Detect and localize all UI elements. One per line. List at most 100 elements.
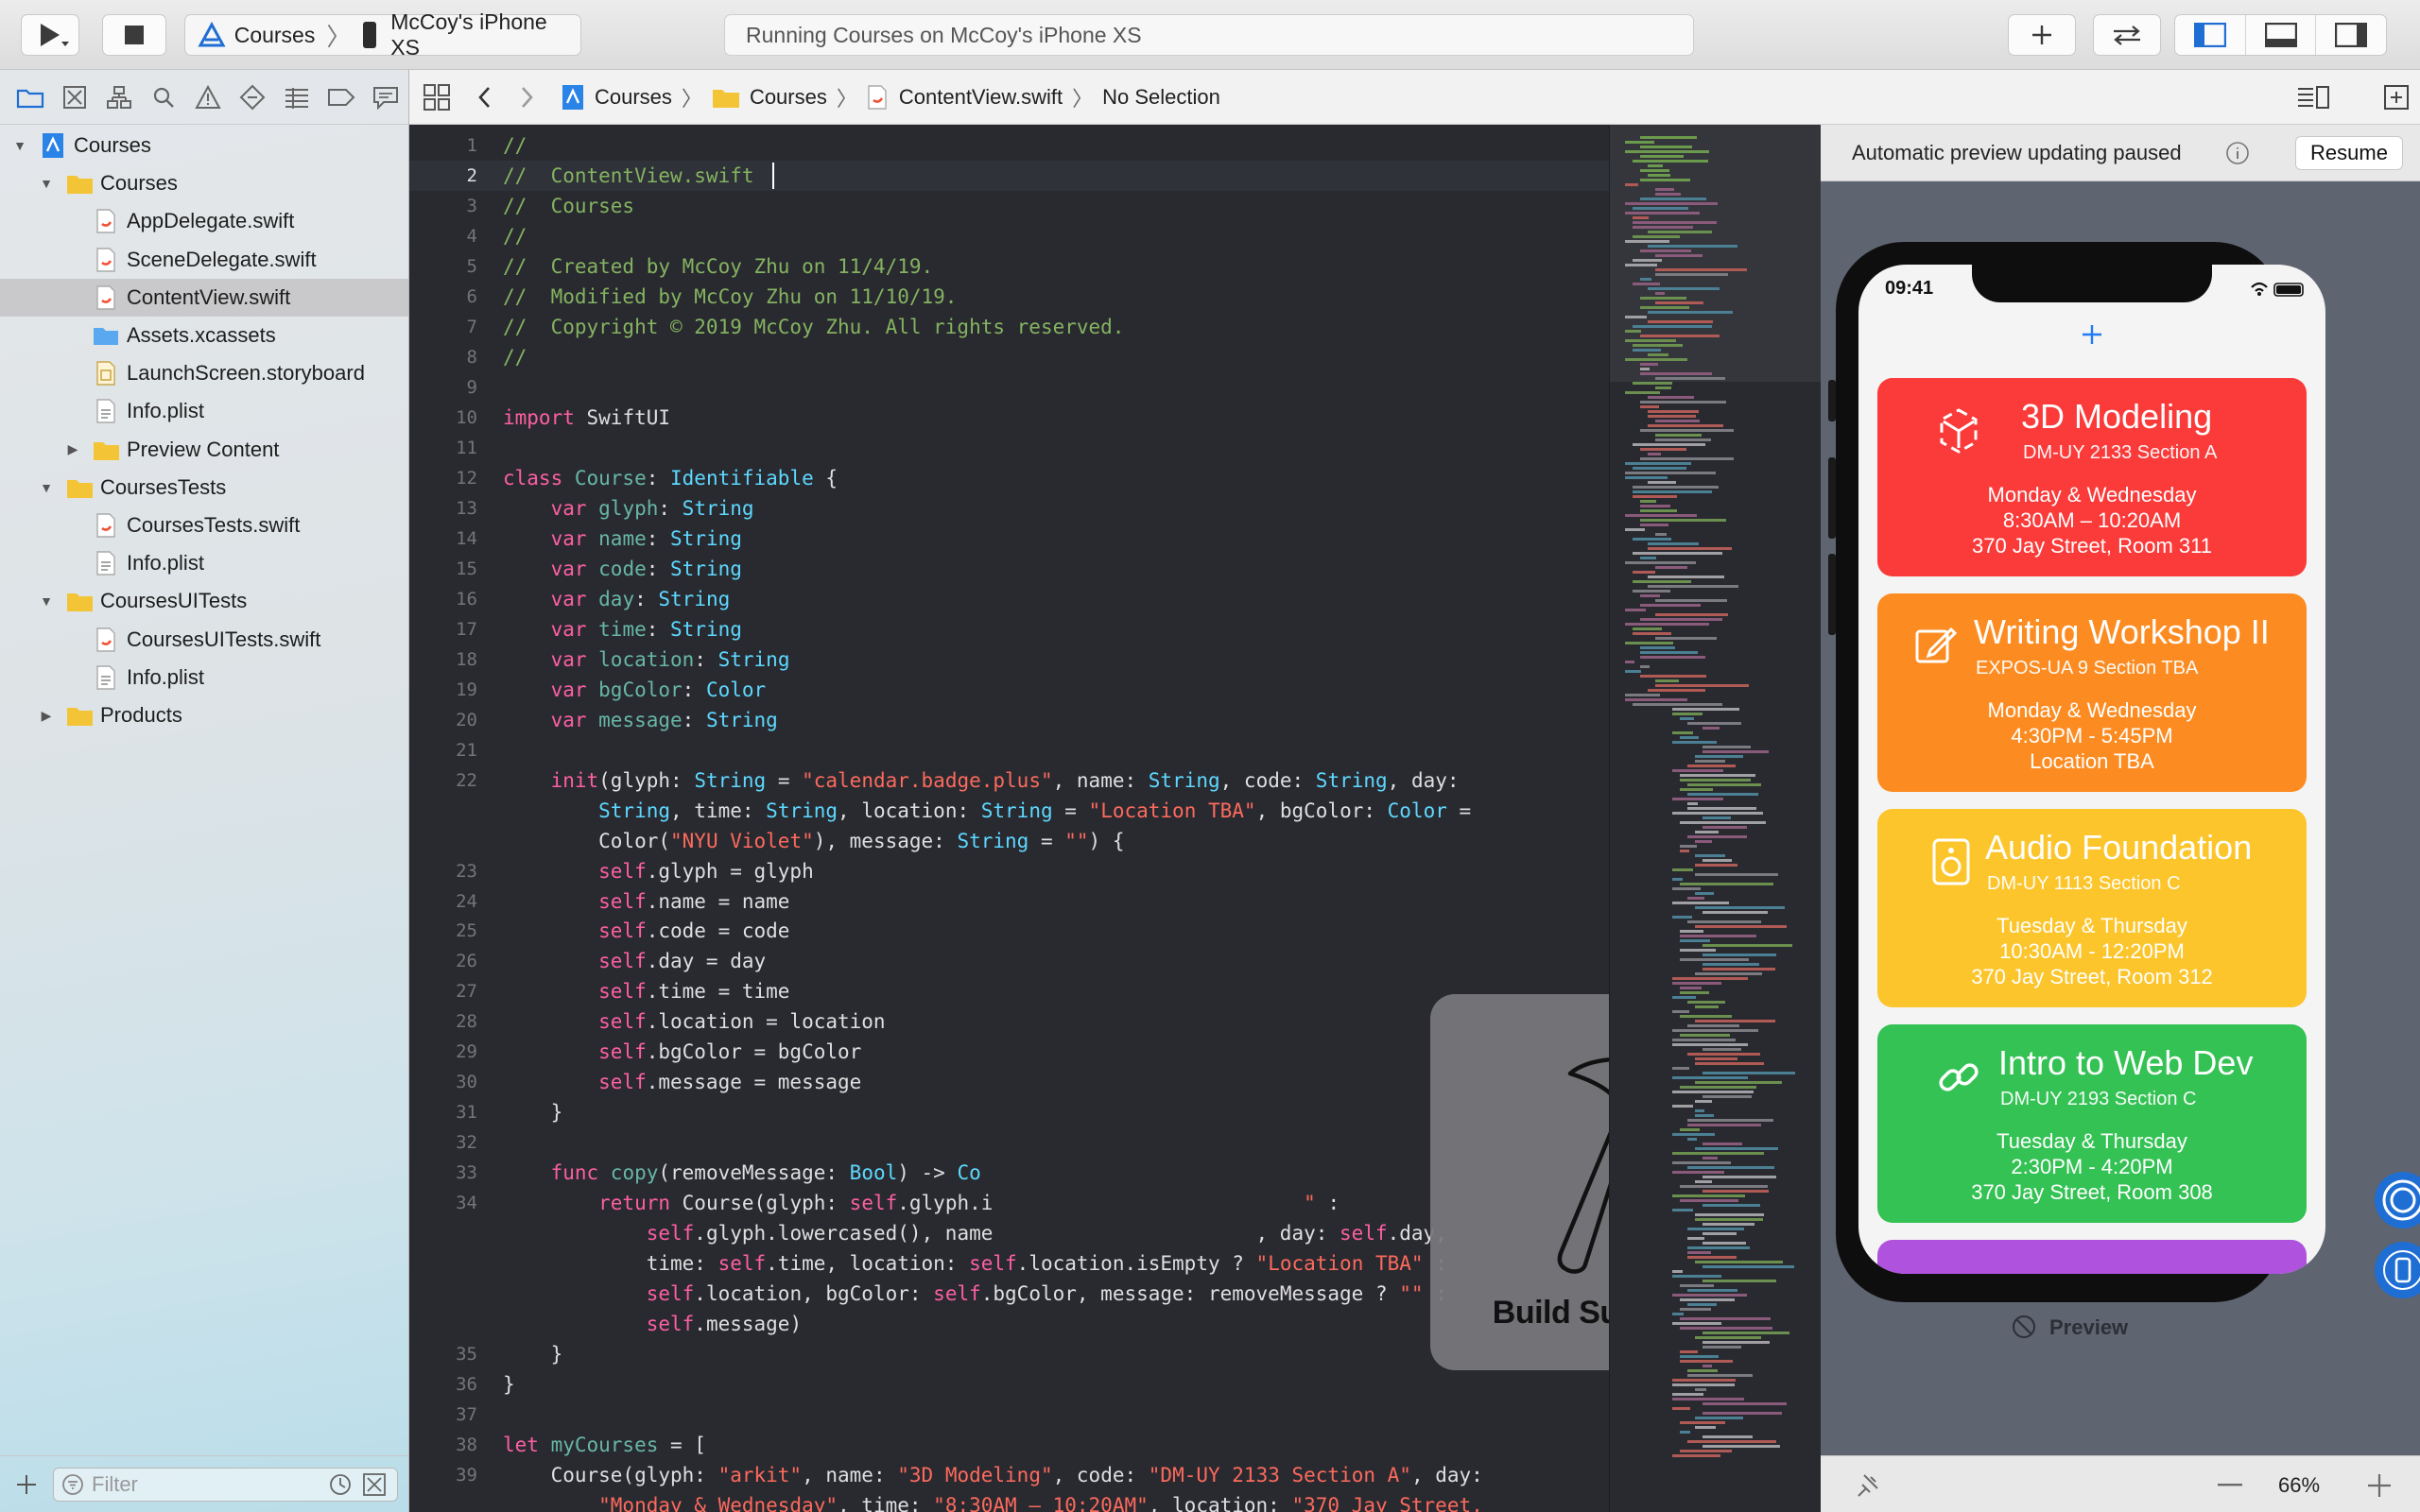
code-line[interactable]: time: self.time, location: self.location… — [409, 1248, 1609, 1279]
debug-navigator-tab[interactable] — [275, 78, 320, 116]
navigator-item[interactable]: ▼ CoursesUITests — [0, 582, 408, 620]
navigator-item[interactable]: ▼ CoursesTests — [0, 469, 408, 507]
code-line[interactable]: 21 — [409, 735, 1609, 765]
add-editor-icon[interactable] — [2383, 84, 2410, 111]
code-line[interactable]: 30 self.message = message — [409, 1067, 1609, 1097]
code-line[interactable]: 8 // — [409, 342, 1609, 372]
navigator-item[interactable]: Info.plist — [0, 544, 408, 582]
breadcrumb-project[interactable]: Courses — [595, 85, 672, 110]
code-line[interactable]: 26 self.day = day — [409, 946, 1609, 976]
forward-chevron-icon[interactable] — [517, 85, 536, 110]
run-button[interactable] — [21, 14, 79, 56]
code-line[interactable]: 28 self.location = location — [409, 1006, 1609, 1037]
issue-navigator-tab[interactable] — [185, 78, 230, 116]
code-line[interactable]: 10 import SwiftUI — [409, 403, 1609, 433]
toggle-inspector-button[interactable] — [2316, 15, 2386, 55]
code-line[interactable]: 15 var code: String — [409, 554, 1609, 584]
breadcrumb-file[interactable]: ContentView.swift — [899, 85, 1063, 110]
code-line[interactable]: 24 self.name = name — [409, 886, 1609, 917]
resume-button[interactable]: Resume — [2295, 136, 2403, 170]
code-line[interactable]: 31 } — [409, 1097, 1609, 1127]
course-card[interactable]: Intro to Web Dev DM-UY 2193 Section C Tues… — [1877, 1024, 2307, 1223]
add-course-button[interactable] — [2081, 323, 2103, 346]
source-control-filter-icon[interactable] — [362, 1472, 387, 1497]
navigator-item[interactable]: ▼ Courses — [0, 127, 408, 164]
code-line[interactable]: 32 — [409, 1127, 1609, 1158]
code-line[interactable]: 23 self.glyph = glyph — [409, 856, 1609, 886]
code-line[interactable]: self.location, bgColor: self.bgColor, me… — [409, 1279, 1609, 1309]
symbol-navigator-tab[interactable] — [96, 78, 141, 116]
disclosure-open-icon[interactable]: ▼ — [36, 173, 57, 194]
disclosure-closed-icon[interactable]: ▶ — [62, 439, 83, 460]
code-line[interactable]: 6 // Modified by McCoy Zhu on 11/10/19. — [409, 282, 1609, 312]
code-line[interactable]: 20 var message: String — [409, 705, 1609, 735]
navigator-item[interactable]: CoursesUITests.swift — [0, 621, 408, 659]
zoom-in-icon[interactable] — [2367, 1473, 2392, 1498]
report-navigator-tab[interactable] — [364, 78, 408, 116]
editor-options-icon[interactable] — [2296, 84, 2330, 111]
code-line[interactable]: 38 let myCourses = [ — [409, 1430, 1609, 1460]
toggle-debug-area-button[interactable] — [2246, 15, 2317, 55]
code-line[interactable]: self.message) — [409, 1309, 1609, 1339]
code-line[interactable]: 27 self.time = time — [409, 976, 1609, 1006]
navigator-item[interactable]: Assets.xcassets — [0, 317, 408, 354]
live-preview-button[interactable] — [2375, 1172, 2420, 1228]
navigator-item[interactable]: ▼ Courses — [0, 164, 408, 202]
navigator-filter-field[interactable]: Filter — [53, 1468, 398, 1502]
source-control-tab[interactable] — [52, 78, 96, 116]
find-navigator-tab[interactable] — [141, 78, 185, 116]
info-icon[interactable] — [2225, 141, 2250, 165]
disclosure-open-icon[interactable]: ▼ — [9, 135, 30, 156]
disclosure-closed-icon[interactable]: ▶ — [36, 705, 57, 726]
disclosure-open-icon[interactable]: ▼ — [36, 591, 57, 611]
library-button[interactable] — [2008, 14, 2076, 56]
breadcrumb-group[interactable]: Courses — [750, 85, 827, 110]
code-line[interactable]: 18 var location: String — [409, 644, 1609, 675]
code-line[interactable]: 7 // Copyright © 2019 McCoy Zhu. All righ… — [409, 312, 1609, 342]
code-line[interactable]: 39 Course(glyph: "arkit", name: "3D Mode… — [409, 1460, 1609, 1490]
back-chevron-icon[interactable] — [475, 85, 494, 110]
breadcrumb-symbol[interactable]: No Selection — [1102, 85, 1220, 110]
navigator-item[interactable]: ▶ Preview Content — [0, 431, 408, 469]
code-line[interactable]: 37 — [409, 1400, 1609, 1430]
code-line[interactable]: 3 // Courses — [409, 191, 1609, 221]
code-line[interactable]: 25 self.code = code — [409, 916, 1609, 946]
navigator-item[interactable]: Info.plist — [0, 392, 408, 430]
code-line[interactable]: 14 var name: String — [409, 524, 1609, 554]
code-line[interactable]: Color("NYU Violet"), message: String = "… — [409, 826, 1609, 856]
code-line[interactable]: 36} — [409, 1369, 1609, 1400]
navigator-item[interactable]: CoursesTests.swift — [0, 507, 408, 544]
code-line[interactable]: 2 // ContentView.swift — [409, 160, 1609, 191]
disclosure-open-icon[interactable]: ▼ — [36, 477, 57, 498]
recent-files-icon[interactable] — [328, 1472, 353, 1497]
code-line[interactable]: 11 — [409, 433, 1609, 463]
code-line[interactable]: 1 // — [409, 130, 1609, 161]
course-card[interactable]: 3D Modeling DM-UY 2133 Section A Monday & … — [1877, 378, 2307, 576]
course-card-partial[interactable] — [1877, 1240, 2307, 1274]
toggle-navigator-button[interactable] — [2175, 15, 2246, 55]
code-line[interactable]: 13 var glyph: String — [409, 493, 1609, 524]
navigator-item[interactable]: ContentView.swift — [0, 278, 408, 317]
code-line[interactable]: "Monday & Wednesday", time: "8:30AM – 10… — [409, 1490, 1609, 1512]
code-line[interactable]: 17 var time: String — [409, 614, 1609, 644]
course-card[interactable]: Writing Workshop II EXPOS-UA 9 Section TB… — [1877, 593, 2307, 792]
pin-preview-icon[interactable] — [1855, 1471, 1883, 1500]
code-line[interactable]: String, time: String, location: String =… — [409, 796, 1609, 826]
code-line[interactable]: 9 — [409, 372, 1609, 403]
code-line[interactable]: 29 self.bgColor = bgColor — [409, 1037, 1609, 1067]
code-line[interactable]: 22 init(glyph: String = "calendar.badge.… — [409, 765, 1609, 796]
code-review-button[interactable] — [2093, 14, 2161, 56]
related-items-icon[interactable] — [423, 83, 451, 112]
code-line[interactable]: 33 func copy(removeMessage: Bool) -> Co — [409, 1158, 1609, 1188]
code-line[interactable]: 34 return Course(glyph: self.glyph.i " : — [409, 1188, 1609, 1218]
project-navigator-tab[interactable] — [8, 78, 52, 116]
code-line[interactable]: 5 // Created by McCoy Zhu on 11/4/19. — [409, 251, 1609, 282]
code-line[interactable]: 35 } — [409, 1339, 1609, 1369]
preview-on-device-button[interactable] — [2375, 1242, 2420, 1298]
test-navigator-tab[interactable] — [231, 78, 275, 116]
code-line[interactable]: 19 var bgColor: Color — [409, 675, 1609, 705]
code-line[interactable]: 16 var day: String — [409, 584, 1609, 614]
scheme-selector[interactable]: Courses 〉 McCoy's iPhone XS — [184, 9, 581, 60]
navigator-item[interactable]: ▶ Products — [0, 696, 408, 734]
zoom-out-icon[interactable] — [2218, 1483, 2242, 1488]
